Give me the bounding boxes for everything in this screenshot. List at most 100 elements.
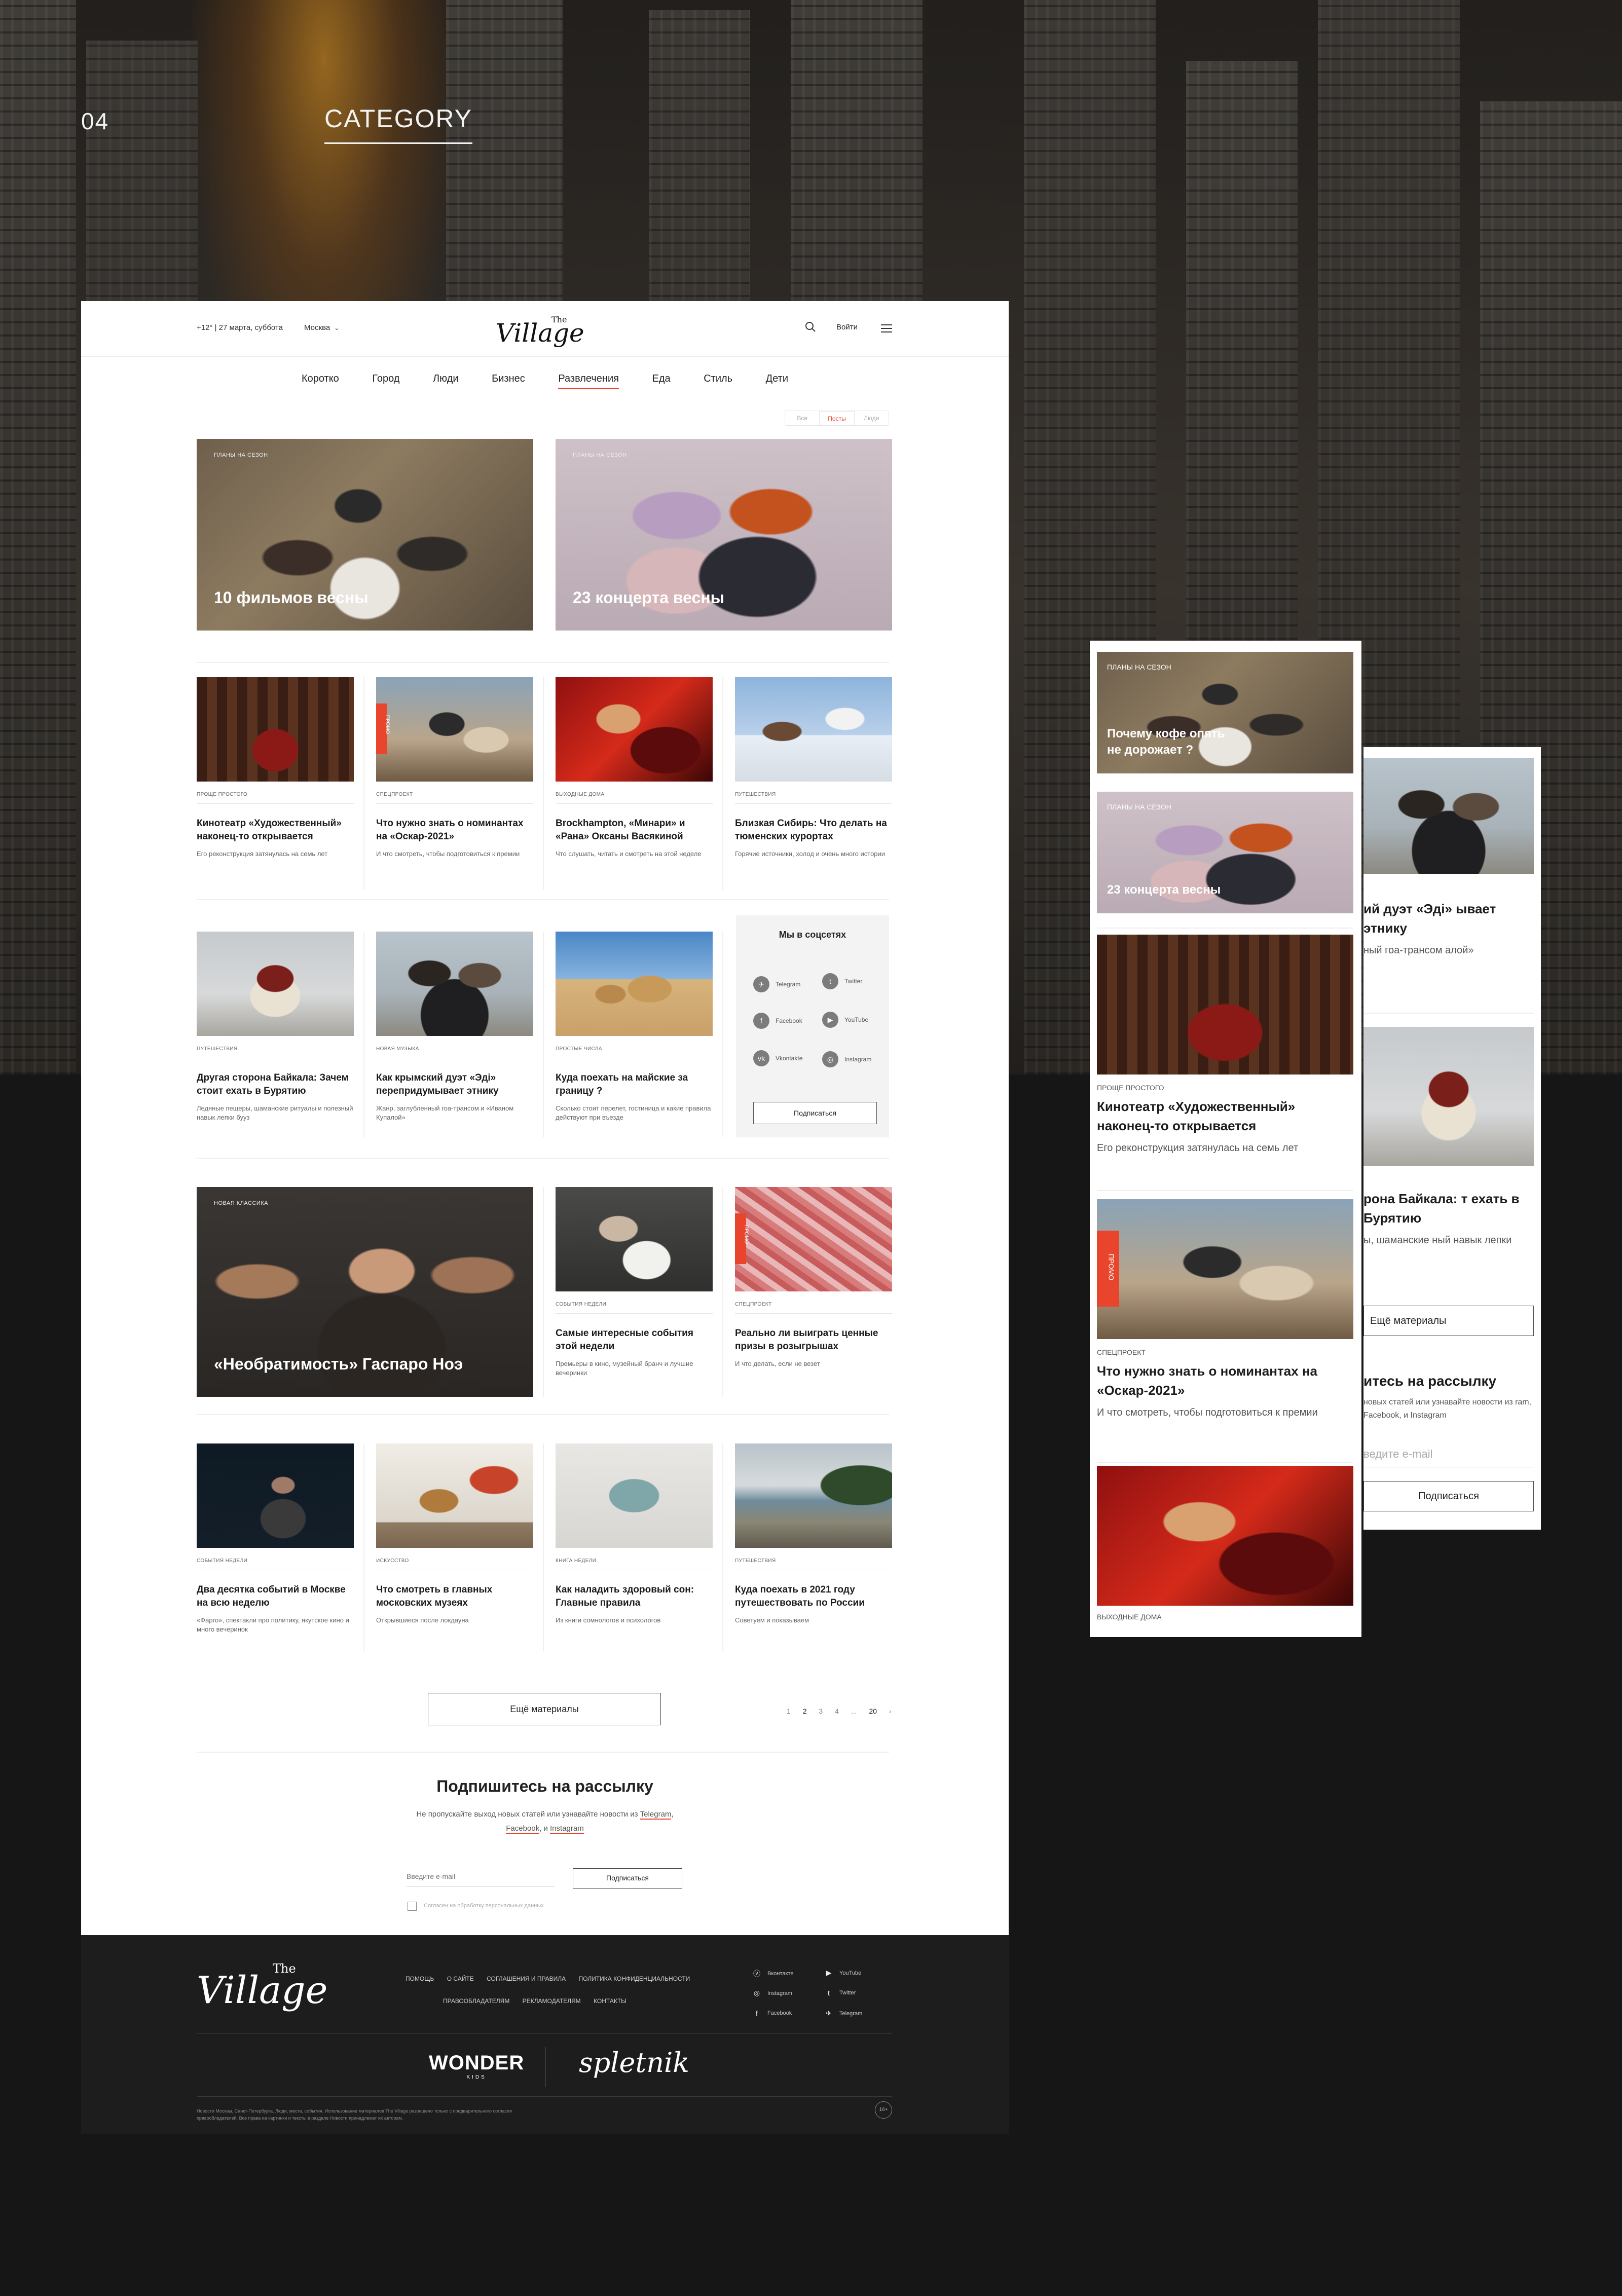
hero-rubric: ПЛАНЫ НА СЕЗОН [1107,663,1171,671]
nav-item-eda[interactable]: Еда [652,373,671,388]
article-card[interactable]: Путешествия Другая сторона Байкала: Заче… [197,932,354,1122]
article-card[interactable]: Проще простого Кинотеатр «Художественный… [197,677,354,859]
social-telegram[interactable]: ✈ Telegram [753,976,800,992]
article-title: Кинотеатр «Художественный» наконец-то от… [1097,1099,1296,1133]
nav-item-biznes[interactable]: Бизнес [492,373,525,388]
social-youtube[interactable]: ▶ YouTube [822,1012,868,1028]
nav-item-razvlecheniya[interactable]: Развлечения [558,373,619,389]
hero-card[interactable]: ПЛАНЫ НА СЕЗОН 23 концерта весны [556,439,892,631]
partner-wonder[interactable]: WONDER KIDS [429,2052,524,2080]
article-card[interactable]: События недели Два десятка событий в Мос… [197,1443,354,1634]
article-card[interactable]: Путешествия Близкая Сибирь: Что делать н… [735,677,892,859]
footer-link-advertisers[interactable]: Рекламодателям [523,1997,581,2005]
the-village-logo[interactable]: The Village [496,312,597,348]
hero-card[interactable]: ПЛАНЫ НА СЕЗОН 23 концерта весны [1097,792,1353,913]
article-title: Реально ли выиграть ценные призы в розыг… [735,1328,878,1352]
hero-card[interactable]: ПЛАНЫ НА СЕЗОН Почему кофе опять не доро… [1097,652,1353,773]
footer-link-contacts[interactable]: Контакты [594,1997,626,2005]
filter-all[interactable]: Все [785,411,819,425]
email-input[interactable]: ведите e-mail [1363,1441,1534,1467]
load-more-button[interactable]: Ещё материалы [1363,1306,1534,1336]
article-card[interactable]: События недели Самые интересные события … [556,1187,713,1378]
article-card[interactable]: Простые числа Куда поехать на майские за… [556,932,713,1122]
newsletter-subscribe-button[interactable]: Подписаться [1363,1481,1534,1511]
article-card[interactable]: Выходные дома Brockhampton, «Минари» и «… [556,677,713,859]
hamburger-menu-icon[interactable] [881,324,892,332]
article-card[interactable]: ий дуэт «Эді» ывает этнику ный гоа-транс… [1363,899,1536,958]
link-instagram[interactable]: Instagram [550,1824,584,1834]
page-3[interactable]: 3 [819,1707,823,1715]
consent-label: Согласен на обработку персональных данны… [424,1903,544,1909]
city-selector[interactable]: Москва ⌄ [304,323,339,332]
article-image [376,1443,533,1548]
logo-village: Village [496,318,584,348]
footer-social-vk[interactable]: ⓥ Вконтакте [752,1969,793,1979]
nav-item-korotko[interactable]: Коротко [302,373,339,388]
pagination: 1 2 3 4 ... 20 › [787,1707,901,1715]
email-input[interactable] [407,1866,555,1886]
nav-item-deti[interactable]: Дети [766,373,788,388]
link-telegram[interactable]: Telegram [640,1810,672,1820]
login-link[interactable]: Войти [836,323,858,331]
filter-posts[interactable]: Посты [819,411,855,425]
search-icon[interactable] [805,321,816,332]
partner-spletnik[interactable]: spletnik [579,2047,689,2079]
nav-item-lyudi[interactable]: Люди [433,373,459,388]
filter-people[interactable]: Люди [855,411,889,425]
article-card[interactable]: Путешествия Куда поехать в 2021 году пут… [735,1443,892,1625]
article-subtitle: ный гоа-трансом алой» [1363,945,1474,956]
footer-social-twitter[interactable]: t Twitter [824,1989,856,1997]
newsletter-title: итесь на рассылку [1363,1373,1497,1389]
article-card[interactable]: Новая музыка Как крымский дуэт «Эді» пер… [376,932,533,1122]
link-facebook[interactable]: Facebook [506,1824,540,1834]
article-rubric: Спецпроект [376,792,533,804]
promo-badge: ПРОМО [735,1213,749,1264]
article-title: Близкая Сибирь: Что делать на тюменских … [735,818,887,842]
footer-social-youtube[interactable]: ▶ YouTube [824,1969,862,1977]
social-vkontakte[interactable]: vk Vkontakte [753,1050,802,1066]
nav-item-stil[interactable]: Стиль [704,373,732,388]
footer-link-rights[interactable]: Правообладателям [443,1997,509,2005]
social-twitter[interactable]: t Twitter [822,973,862,989]
footer-logo[interactable]: The Village [197,1955,349,2016]
article-rubric: Путешествия [735,1558,892,1570]
social-facebook[interactable]: f Facebook [753,1013,802,1029]
footer-social-facebook[interactable]: f Facebook [752,2009,792,2017]
footer-link-privacy[interactable]: Политика конфиденциальности [579,1975,690,1982]
footer-link-terms[interactable]: Соглашения и правила [487,1975,566,1982]
article-image [556,1187,713,1291]
newsletter-subscribe-button[interactable]: Подписаться [573,1868,682,1888]
social-instagram[interactable]: ◎ Instagram [822,1051,871,1067]
article-card[interactable]: Книга недели Как наладить здоровый сон: … [556,1443,713,1625]
load-more-button[interactable]: Ещё материалы [428,1693,661,1725]
page-1[interactable]: 1 [787,1707,791,1715]
article-card[interactable]: ПРОМО Спецпроект Реально ли выиграть цен… [735,1187,892,1368]
article-card[interactable]: Выходные дома [1097,1466,1353,1621]
article-title: Как наладить здоровый сон: Главные прави… [556,1584,694,1608]
article-card[interactable]: Проще простого Кинотеатр «Художественный… [1097,935,1353,1156]
social-subscribe-button[interactable]: Подписаться [753,1102,877,1124]
page-4[interactable]: 4 [835,1707,839,1715]
page-2[interactable]: 2 [803,1707,807,1715]
article-card[interactable]: Искусство Что смотреть в главных московс… [376,1443,533,1625]
footer-social-telegram[interactable]: ✈ Telegram [824,2009,862,2018]
chevron-right-icon[interactable]: › [889,1707,892,1715]
article-rubric: События недели [556,1302,713,1314]
article-image [735,1443,892,1548]
footer-link-about[interactable]: О сайте [447,1975,474,1982]
content-filter: Все Посты Люди [785,411,889,426]
footer-link-help[interactable]: Помощь [406,1975,434,1982]
article-title: Два десятка событий в Москве на всю неде… [197,1584,346,1608]
hero-card[interactable]: НОВАЯ КЛАССИКА «Необратимость» Гаспаро Н… [197,1187,533,1397]
article-card[interactable]: ПРОМО Спецпроект Что нужно знать о номин… [1097,1199,1353,1420]
article-image [197,1443,354,1548]
hero-card[interactable]: ПЛАНЫ НА СЕЗОН 10 фильмов весны [197,439,533,631]
nav-item-gorod[interactable]: Город [372,373,399,388]
article-card[interactable]: ПРОМО Спецпроект Что нужно знать о номин… [376,677,533,859]
article-title: Что нужно знать о номинантах на «Оскар-2… [1097,1363,1317,1398]
article-card[interactable]: рона Байкала: т ехать в Бурятию ы, шаман… [1363,1189,1536,1248]
page-20[interactable]: 20 [869,1707,877,1715]
youtube-icon: ▶ [822,1012,838,1028]
consent-checkbox[interactable] [408,1902,417,1911]
footer-social-instagram[interactable]: ◎ Instagram [752,1989,792,1997]
